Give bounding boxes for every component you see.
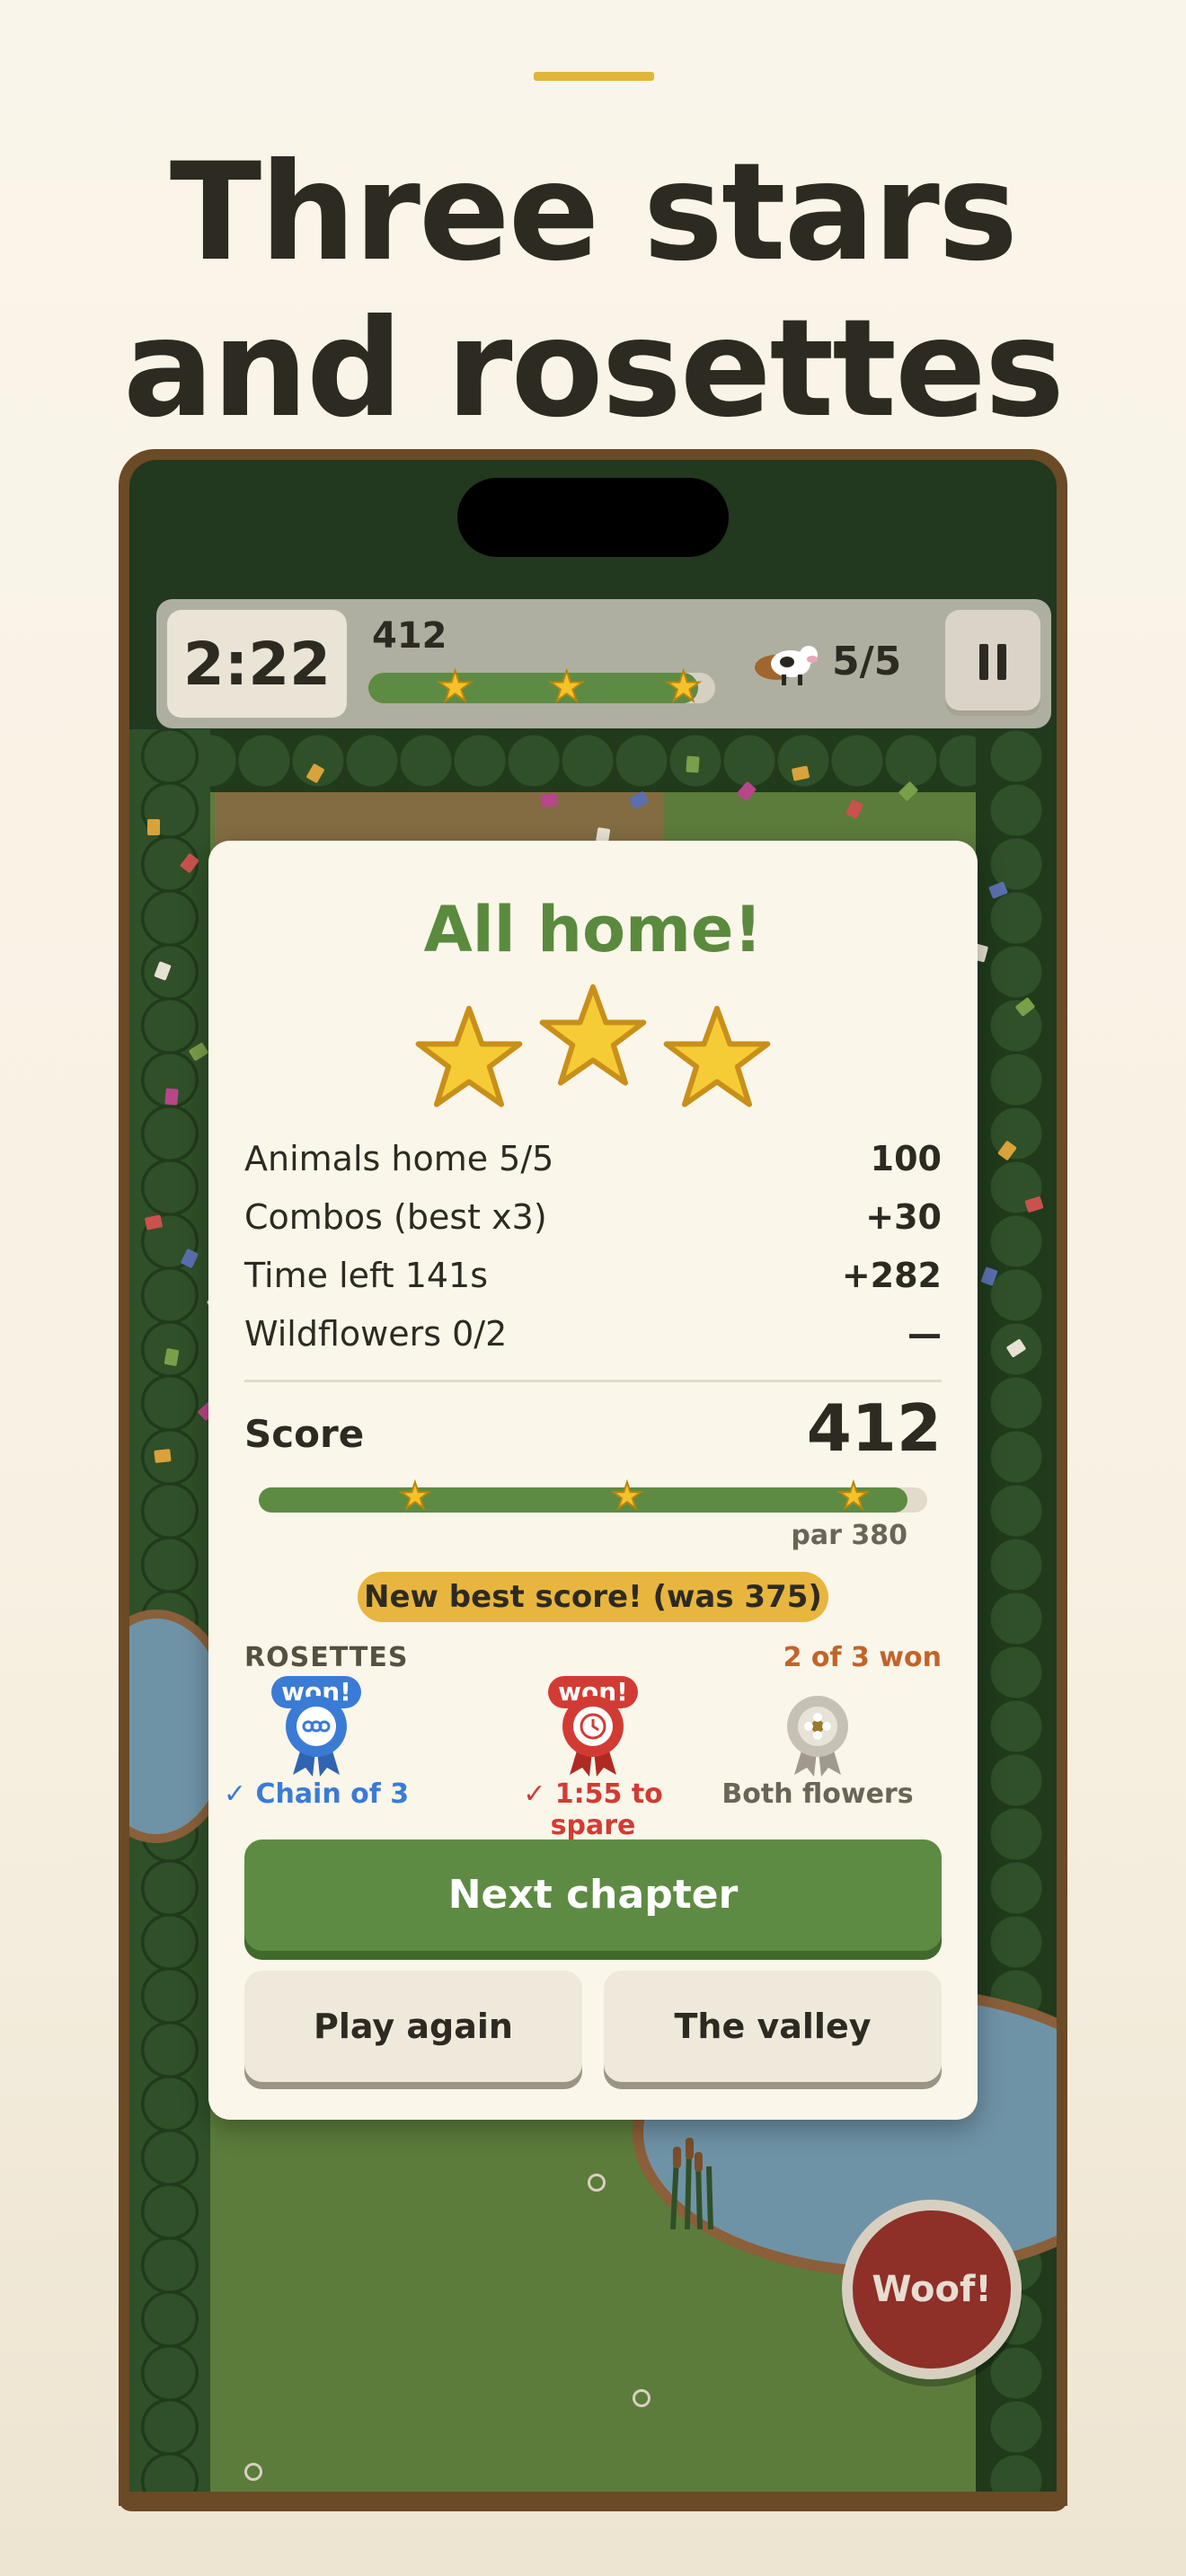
score-progress-bar: ★ ★ ★ bbox=[259, 1478, 927, 1515]
result-row-wildflowers: Wildflowers 0/2 — bbox=[244, 1314, 942, 1368]
row-value: — bbox=[907, 1314, 942, 1354]
star-icon bbox=[415, 1005, 523, 1107]
the-valley-button[interactable]: The valley bbox=[604, 1971, 942, 2082]
confetti-piece bbox=[540, 792, 558, 808]
rosettes-title: ROSETTES bbox=[244, 1642, 409, 1673]
rosette-chain: won! ✓ Chain of 3 bbox=[208, 1676, 424, 1811]
confetti-piece bbox=[154, 1449, 172, 1463]
headline-line-2: and rosettes bbox=[122, 291, 1065, 447]
score-value: 412 bbox=[806, 1390, 942, 1466]
result-row-combos: Combos (best x3) +30 bbox=[244, 1197, 942, 1251]
game-hud: 2:22 412 ★ ★ ★ 5/5 bbox=[156, 599, 1051, 728]
row-value: +282 bbox=[841, 1256, 942, 1295]
score-progress-fill bbox=[259, 1487, 907, 1513]
next-chapter-button[interactable]: Next chapter bbox=[244, 1839, 942, 1951]
score-label: Score bbox=[244, 1412, 365, 1456]
divider bbox=[244, 1380, 942, 1382]
accent-bar bbox=[534, 72, 654, 81]
confetti-piece bbox=[686, 755, 700, 773]
confetti-piece bbox=[147, 819, 160, 835]
star-icon bbox=[539, 984, 647, 1086]
phone-bezel-bottom bbox=[119, 2492, 1067, 2511]
dynamic-island bbox=[457, 478, 729, 557]
animal-count: 5/5 bbox=[832, 639, 902, 684]
pause-icon bbox=[979, 644, 988, 680]
promo-headline: Three stars and rosettes bbox=[0, 135, 1186, 447]
row-label: Time left 141s bbox=[244, 1256, 489, 1295]
star-icon: ★ bbox=[436, 662, 474, 710]
rosette-caption: ✓ Chain of 3 bbox=[223, 1778, 410, 1810]
clock-rosette-icon bbox=[562, 1696, 624, 1777]
result-row-animals: Animals home 5/5 100 bbox=[244, 1139, 942, 1193]
flower-rosette-icon bbox=[787, 1696, 848, 1777]
row-value: 100 bbox=[870, 1139, 942, 1178]
flower-icon bbox=[633, 2389, 651, 2407]
star-icon: ★ bbox=[398, 1476, 432, 1517]
new-best-banner: New best score! (was 375) bbox=[358, 1572, 828, 1622]
star-icon bbox=[663, 1005, 771, 1107]
chain-rosette-icon bbox=[286, 1696, 347, 1777]
star-icon: ★ bbox=[664, 662, 703, 710]
star-icon: ★ bbox=[547, 662, 586, 710]
pause-button[interactable] bbox=[945, 610, 1040, 710]
par-label: par 380 bbox=[791, 1520, 907, 1551]
woof-button[interactable]: Woof! bbox=[842, 2200, 1022, 2379]
row-label: Wildflowers 0/2 bbox=[244, 1314, 508, 1354]
rosette-flowers: Both flowers bbox=[710, 1676, 925, 1811]
flower-icon bbox=[244, 2463, 262, 2481]
star-icon: ★ bbox=[610, 1476, 644, 1517]
hud-progress-fill bbox=[368, 673, 698, 703]
row-value: +30 bbox=[865, 1197, 942, 1237]
hedge-top bbox=[129, 729, 1057, 792]
flower-icon bbox=[588, 2174, 606, 2192]
headline-line-1: Three stars bbox=[169, 135, 1018, 291]
confetti-piece bbox=[164, 1088, 179, 1106]
hud-score: 412 bbox=[372, 615, 447, 657]
rosette-caption: Both flowers bbox=[721, 1778, 914, 1810]
timer: 2:22 bbox=[167, 610, 347, 718]
pause-icon bbox=[997, 644, 1006, 680]
results-title: All home! bbox=[423, 893, 763, 966]
rosette-time: won! ✓ 1:55 to spare bbox=[485, 1676, 701, 1841]
game-screen: 2:22 412 ★ ★ ★ 5/5 All home! Animals hom… bbox=[129, 460, 1057, 2495]
hud-progress-bar: ★ ★ ★ bbox=[368, 665, 715, 708]
row-label: Animals home 5/5 bbox=[244, 1139, 554, 1178]
result-row-time: Time left 141s +282 bbox=[244, 1256, 942, 1310]
cow-icon bbox=[755, 646, 818, 685]
rosettes-count: 2 of 3 won bbox=[783, 1642, 942, 1673]
rosette-caption: ✓ 1:55 to spare bbox=[523, 1778, 663, 1841]
reeds-icon bbox=[670, 2138, 713, 2229]
star-rating bbox=[208, 983, 978, 1108]
star-icon: ★ bbox=[836, 1476, 871, 1517]
row-label: Combos (best x3) bbox=[244, 1197, 547, 1237]
play-again-button[interactable]: Play again bbox=[244, 1971, 582, 2082]
results-card: All home! Animals home 5/5 100 Combos (b… bbox=[208, 841, 978, 2120]
phone-frame: 2:22 412 ★ ★ ★ 5/5 All home! Animals hom… bbox=[119, 449, 1067, 2506]
